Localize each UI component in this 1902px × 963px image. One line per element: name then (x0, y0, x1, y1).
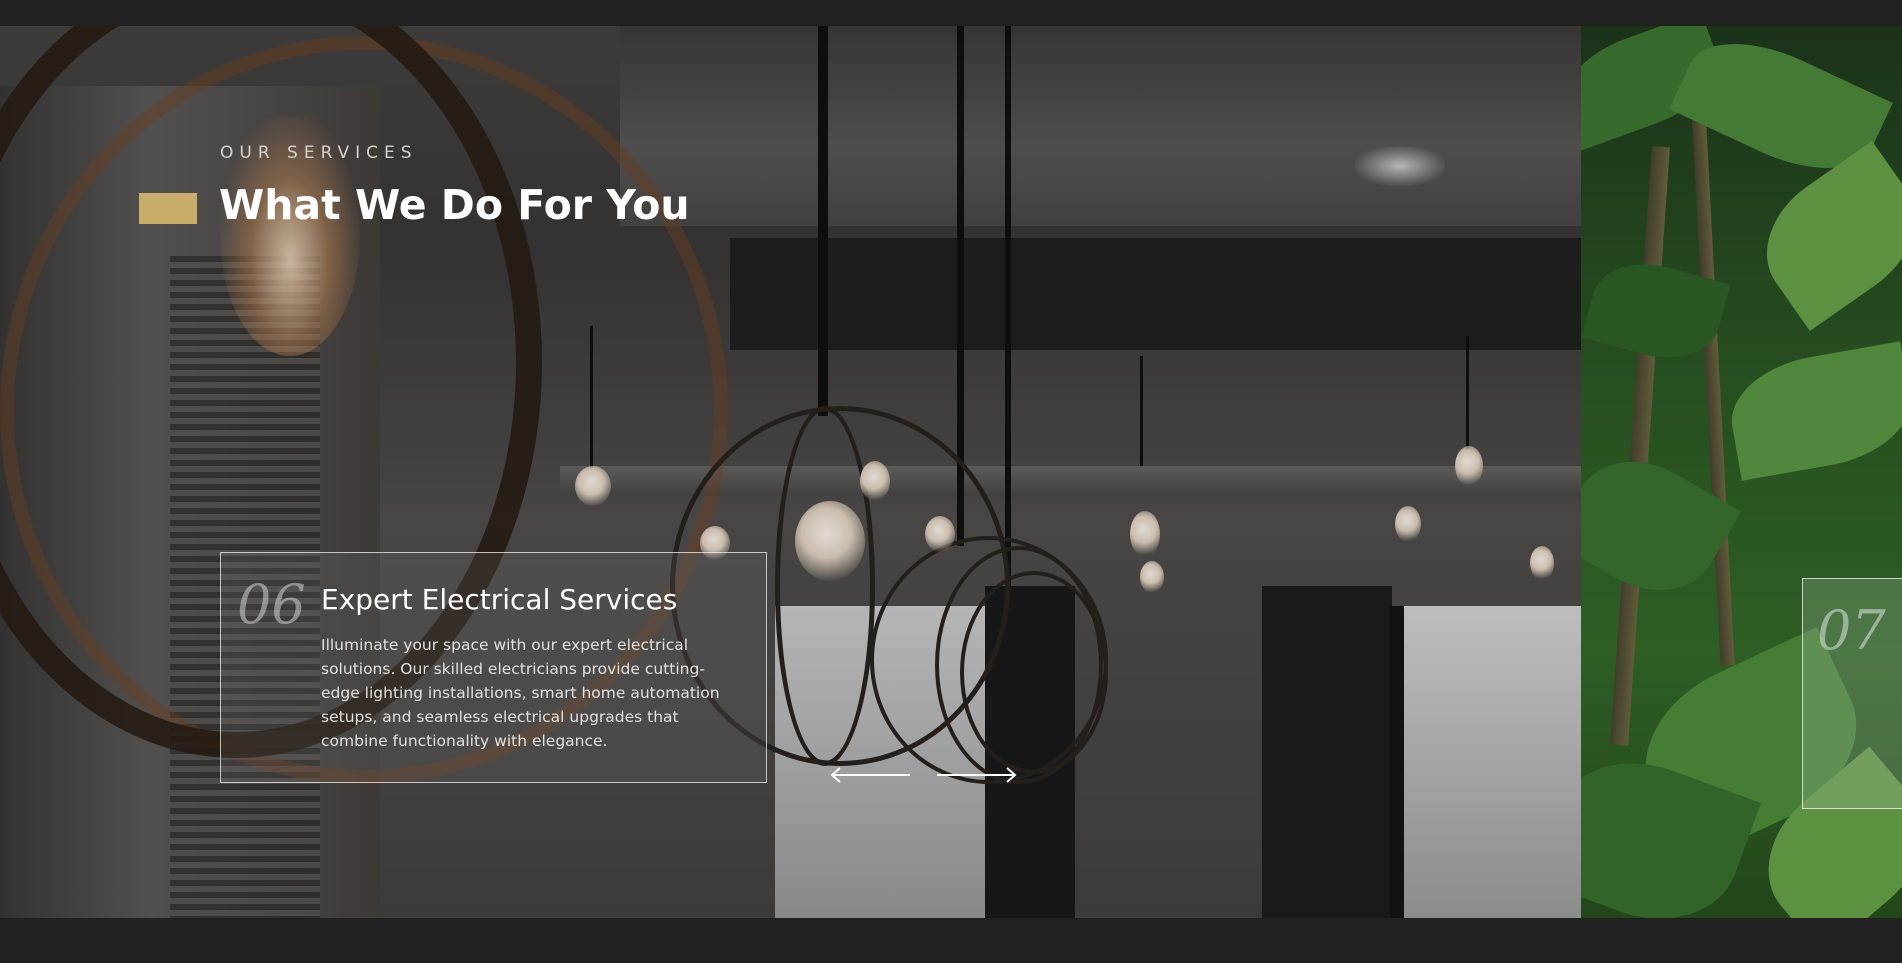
service-title[interactable]: Expert Electrical Services (321, 583, 677, 616)
service-number: 06 (237, 573, 306, 636)
service-description: Illuminate your space with our expert el… (321, 636, 720, 750)
prev-slide-button[interactable] (830, 765, 912, 785)
accent-bar (139, 193, 197, 224)
next-slide-button[interactable] (935, 765, 1017, 785)
section-title: What We Do For You (219, 181, 690, 229)
section-eyebrow: OUR SERVICES (220, 143, 418, 163)
arrow-right-icon (937, 767, 1017, 783)
service-card-active[interactable]: 06 Expert Electrical Services Illuminate… (220, 552, 767, 783)
service-number: 07 (1817, 599, 1886, 662)
service-card-next[interactable]: 07 (1802, 578, 1902, 809)
arrow-left-icon (830, 767, 910, 783)
